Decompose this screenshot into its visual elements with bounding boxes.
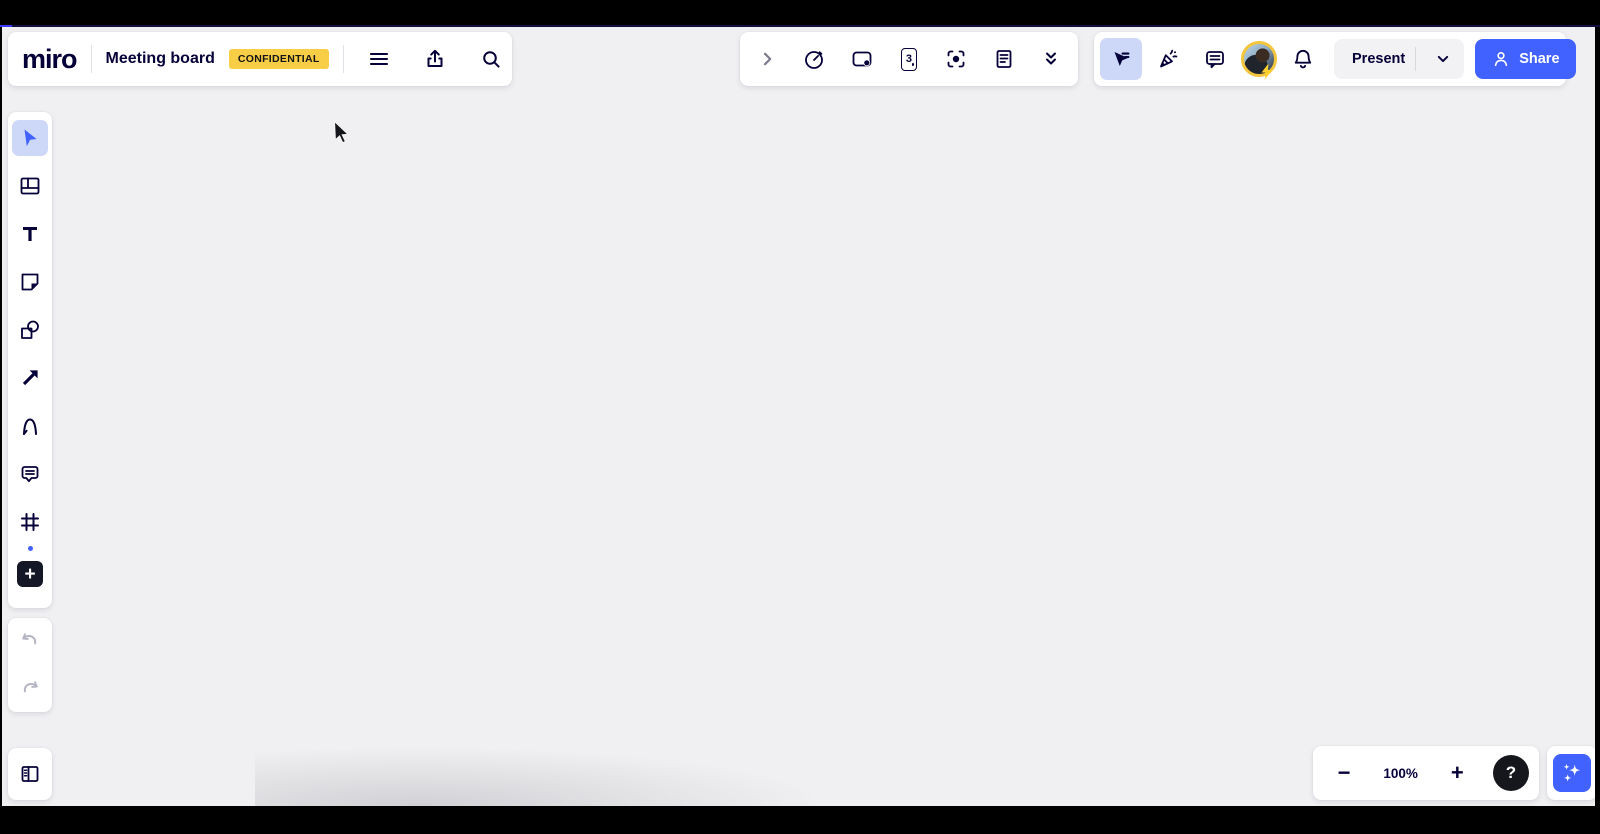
plus-icon: + bbox=[1451, 760, 1464, 786]
share-label: Share bbox=[1519, 51, 1559, 67]
plus-icon: + bbox=[17, 561, 43, 587]
frame-icon bbox=[18, 510, 42, 534]
follow-cursors-button[interactable] bbox=[1100, 38, 1142, 80]
more-tools-icon bbox=[1039, 47, 1063, 71]
sparkles-icon bbox=[1559, 760, 1585, 786]
question-mark-icon: ? bbox=[1506, 763, 1516, 783]
progress-bar bbox=[0, 25, 1600, 27]
templates-tool-button[interactable] bbox=[12, 168, 48, 204]
sticky-note-tool-button[interactable] bbox=[12, 264, 48, 300]
divider bbox=[1415, 47, 1416, 71]
ai-assistant-card bbox=[1547, 746, 1597, 800]
zoom-in-button[interactable]: + bbox=[1436, 752, 1478, 794]
frames-panel-button[interactable] bbox=[9, 753, 51, 795]
confidential-badge: CONFIDENTIAL bbox=[229, 49, 329, 69]
letterbox-bottom bbox=[0, 806, 1600, 834]
text-icon bbox=[18, 222, 42, 246]
frames-panel-icon bbox=[18, 762, 42, 786]
more-tools-button[interactable] bbox=[1030, 38, 1072, 80]
search-icon bbox=[479, 47, 503, 71]
zoom-level[interactable]: 100% bbox=[1380, 766, 1422, 781]
more-apps-button[interactable]: + bbox=[12, 556, 48, 592]
present-label: Present bbox=[1352, 51, 1405, 67]
export-button[interactable] bbox=[414, 38, 456, 80]
timer-icon bbox=[802, 47, 826, 71]
bell-icon bbox=[1291, 47, 1315, 71]
divider bbox=[91, 45, 92, 73]
templates-icon bbox=[18, 174, 42, 198]
mouse-cursor bbox=[333, 120, 355, 144]
estimation-button[interactable]: 3 bbox=[888, 38, 930, 80]
reactions-icon bbox=[1156, 47, 1180, 71]
progress-fill bbox=[0, 25, 12, 27]
menu-icon bbox=[367, 47, 391, 71]
present-options-button[interactable] bbox=[1426, 42, 1460, 76]
canvas-shadow bbox=[255, 730, 1155, 806]
share-person-icon bbox=[1491, 49, 1511, 69]
talktrack-button[interactable] bbox=[841, 38, 883, 80]
header-center-card: 3 bbox=[740, 32, 1078, 86]
reactions-button[interactable] bbox=[1147, 38, 1189, 80]
chevron-down-icon bbox=[1433, 49, 1453, 69]
share-button[interactable]: Share bbox=[1475, 39, 1575, 79]
pen-icon bbox=[18, 414, 42, 438]
spotlight-button[interactable] bbox=[935, 38, 977, 80]
ai-assistant-button[interactable] bbox=[1553, 754, 1591, 792]
more-apps-notification-dot bbox=[28, 546, 33, 551]
collapse-toolbar-button[interactable] bbox=[746, 38, 788, 80]
pen-tool-button[interactable] bbox=[12, 408, 48, 444]
divider bbox=[343, 45, 344, 73]
notifications-button[interactable] bbox=[1282, 38, 1324, 80]
comment-icon bbox=[18, 462, 42, 486]
app-window: miro Meeting board CONFIDENTIAL bbox=[0, 0, 1600, 834]
select-tool-button[interactable] bbox=[12, 120, 48, 156]
follow-cursors-icon bbox=[1109, 47, 1133, 71]
frames-panel-card bbox=[8, 748, 52, 800]
board-title[interactable]: Meeting board bbox=[106, 50, 215, 68]
creation-toolbar: + bbox=[8, 112, 52, 608]
chat-icon bbox=[1203, 47, 1227, 71]
arrow-tool-button[interactable] bbox=[12, 360, 48, 396]
header-left-card: miro Meeting board CONFIDENTIAL bbox=[8, 32, 512, 86]
zoom-out-button[interactable]: − bbox=[1323, 752, 1365, 794]
sticky-note-icon bbox=[18, 270, 42, 294]
miro-logo[interactable]: miro bbox=[22, 44, 77, 75]
search-button[interactable] bbox=[470, 38, 512, 80]
notes-icon bbox=[992, 47, 1016, 71]
chat-button[interactable] bbox=[1194, 38, 1236, 80]
shapes-tool-button[interactable] bbox=[12, 312, 48, 348]
spotlight-icon bbox=[944, 47, 968, 71]
lightning-badge-icon bbox=[1260, 63, 1275, 80]
text-tool-button[interactable] bbox=[12, 216, 48, 252]
estimation-icon: 3 bbox=[901, 48, 917, 71]
frame-tool-button[interactable] bbox=[12, 504, 48, 540]
zoom-controls-card: − 100% + ? bbox=[1313, 746, 1539, 800]
arrow-icon bbox=[18, 366, 42, 390]
undo-icon bbox=[18, 629, 42, 653]
collapse-chevron-icon bbox=[755, 47, 779, 71]
letterbox-right bbox=[1595, 0, 1600, 834]
minus-icon: − bbox=[1338, 760, 1351, 786]
undo-button[interactable] bbox=[9, 620, 51, 662]
board-canvas[interactable] bbox=[2, 27, 1595, 806]
comment-tool-button[interactable] bbox=[12, 456, 48, 492]
present-button[interactable]: Present bbox=[1334, 39, 1464, 79]
timer-button[interactable] bbox=[793, 38, 835, 80]
shapes-icon bbox=[18, 318, 42, 342]
help-button[interactable]: ? bbox=[1493, 755, 1529, 791]
history-card bbox=[8, 618, 52, 712]
letterbox-top bbox=[0, 0, 1600, 25]
notes-button[interactable] bbox=[983, 38, 1025, 80]
talktrack-icon bbox=[850, 47, 874, 71]
user-avatar[interactable] bbox=[1241, 38, 1277, 80]
redo-button[interactable] bbox=[9, 668, 51, 710]
menu-button[interactable] bbox=[358, 38, 400, 80]
export-icon bbox=[423, 47, 447, 71]
redo-icon bbox=[18, 677, 42, 701]
header-right-card: Present Share bbox=[1094, 32, 1566, 86]
select-cursor-icon bbox=[18, 126, 42, 150]
